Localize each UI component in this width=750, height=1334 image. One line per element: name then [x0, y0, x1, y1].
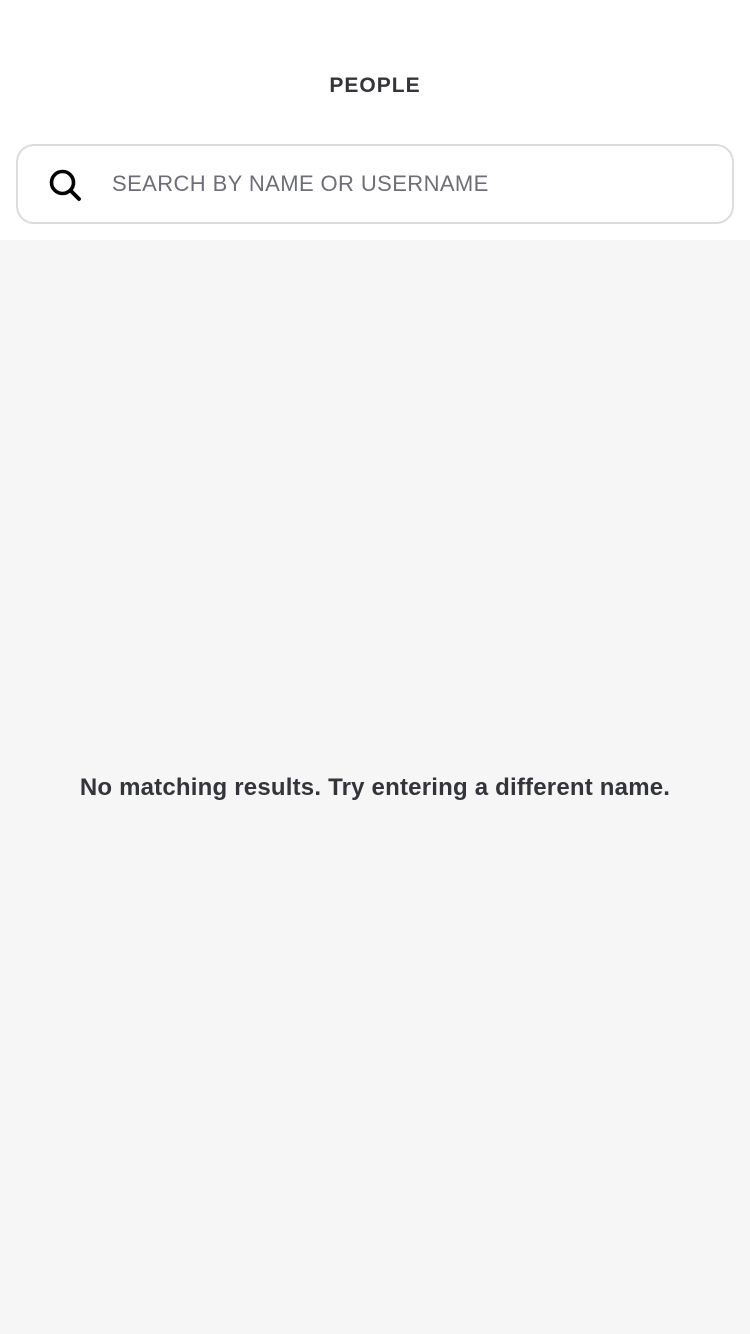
results-area: No matching results. Try entering a diff…: [0, 240, 750, 1334]
search-input[interactable]: [112, 146, 712, 222]
people-screen: PEOPLE No matching results. Try entering…: [0, 0, 750, 1334]
empty-results-message: No matching results. Try entering a diff…: [79, 774, 671, 801]
search-icon: [49, 169, 81, 201]
page-title: PEOPLE: [329, 74, 421, 97]
search-box[interactable]: [16, 144, 734, 224]
header: PEOPLE: [0, 0, 750, 240]
